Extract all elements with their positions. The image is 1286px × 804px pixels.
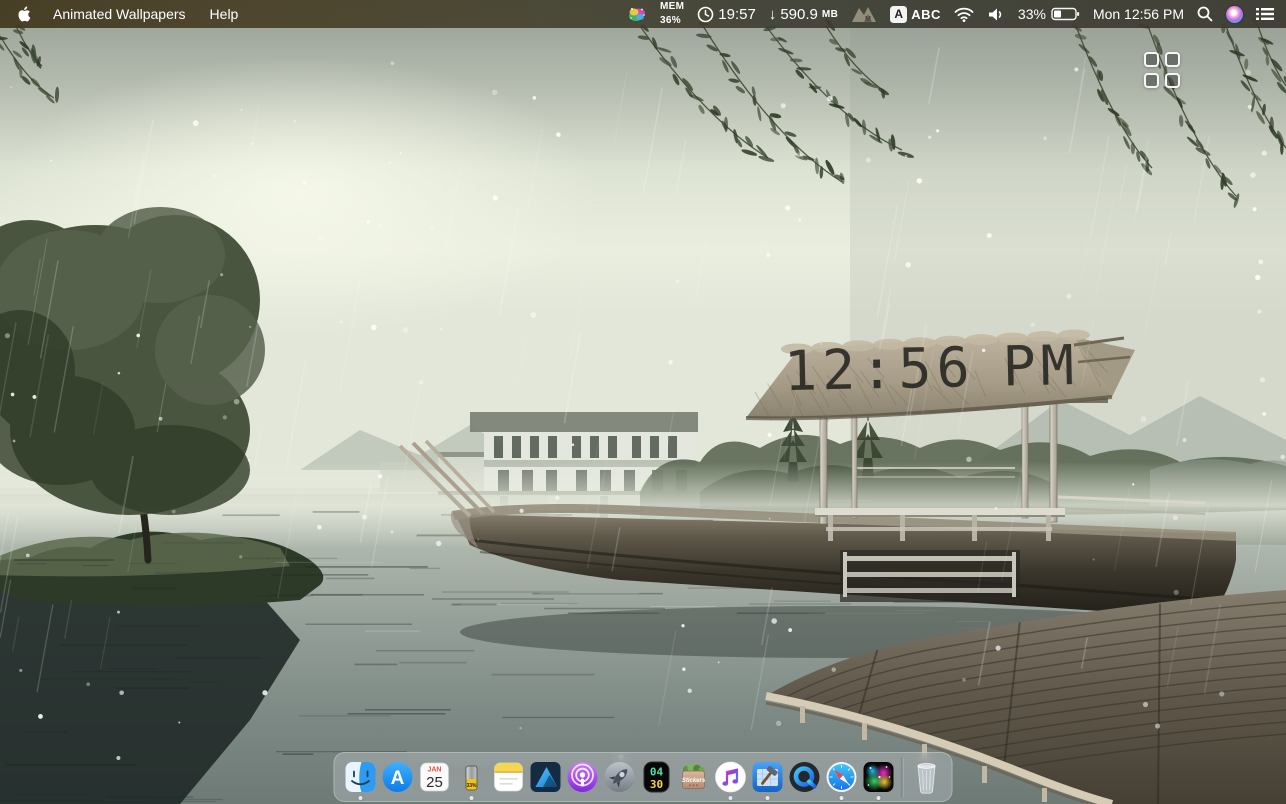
status-volume[interactable] <box>987 7 1005 22</box>
spotlight-search-icon <box>1197 6 1213 22</box>
podcasts-icon <box>565 760 599 794</box>
wallpaper-clock-time: 12:56 <box>783 335 975 403</box>
dock-item-affinity-designer[interactable] <box>527 754 564 800</box>
apple-menu[interactable] <box>16 4 33 24</box>
wallpaper-art <box>0 0 1286 804</box>
quicktime-icon <box>787 760 821 794</box>
status-datetime[interactable]: Mon 12:56 PM <box>1093 6 1184 22</box>
notes-icon <box>491 760 525 794</box>
menu-bar: Animated Wallpapers Help MEM 36% 19:57 <box>0 0 1286 28</box>
dock-item-stickers[interactable]: Stickers <box>675 754 712 800</box>
dock-item-watch-clock[interactable]: 04 30 <box>638 754 675 800</box>
app-grid-widget-icon[interactable] <box>1144 52 1180 88</box>
wifi-icon <box>954 7 974 22</box>
status-animated-wallpapers[interactable] <box>627 5 647 23</box>
status-download[interactable]: ↓590.9 MB <box>769 6 838 23</box>
animated-wallpapers-icon <box>627 5 647 23</box>
dock-item-battery-monitor[interactable]: 33% <box>453 754 490 800</box>
dock-item-app-store[interactable]: A <box>379 754 416 800</box>
notification-list-icon <box>1256 7 1274 21</box>
svg-text:A: A <box>390 768 404 789</box>
stickers-icon: Stickers <box>676 760 710 794</box>
app-store-icon: A <box>380 760 414 794</box>
safari-icon <box>824 760 858 794</box>
status-input-source[interactable]: A ABC <box>890 6 941 23</box>
dock-item-notes[interactable] <box>490 754 527 800</box>
status-timer[interactable]: 19:57 <box>697 6 756 23</box>
memory-value: 36% <box>660 16 681 26</box>
dock: A JAN 25 33% <box>334 752 953 802</box>
deck-steps <box>840 550 1020 602</box>
dock-item-podcasts[interactable] <box>564 754 601 800</box>
mountain-m-icon: M <box>851 5 877 23</box>
dock-item-trash[interactable] <box>908 754 945 800</box>
volume-icon <box>987 7 1005 22</box>
status-notification-center[interactable] <box>1256 7 1274 21</box>
dock-item-safari[interactable] <box>823 754 860 800</box>
affinity-designer-icon <box>528 760 562 794</box>
input-source-badge: A <box>890 6 907 23</box>
watch-clock-icon: 04 30 <box>639 760 673 794</box>
dock-item-xcode[interactable] <box>749 754 786 800</box>
wallpaper-clock-period: PM <box>1002 333 1080 399</box>
menu-app-name[interactable]: Animated Wallpapers <box>53 6 186 22</box>
dock-item-itunes[interactable] <box>712 754 749 800</box>
memory-label: MEM <box>660 2 684 12</box>
input-source-label: ABC <box>911 7 941 22</box>
download-arrow: ↓ <box>769 6 777 23</box>
download-value: 590.9 <box>780 6 818 23</box>
apple-logo-icon <box>16 5 31 23</box>
rocket-icon <box>602 760 636 794</box>
status-mountain-app[interactable]: M <box>851 5 877 23</box>
svg-text:M: M <box>865 16 871 23</box>
svg-text:Stickers: Stickers <box>681 778 705 784</box>
itunes-icon <box>713 760 747 794</box>
dock-item-calendar[interactable]: JAN 25 <box>416 754 453 800</box>
dock-item-quicktime[interactable] <box>786 754 823 800</box>
status-spotlight[interactable] <box>1197 6 1213 22</box>
battery-app-icon: 33% <box>454 760 488 794</box>
trash-icon <box>909 757 943 797</box>
timer-value: 19:57 <box>718 6 756 23</box>
svg-text:04: 04 <box>649 766 663 779</box>
svg-text:33%: 33% <box>466 783 477 789</box>
dock-divider <box>902 757 903 797</box>
dock-item-animated-wallpapers[interactable] <box>860 754 897 800</box>
svg-text:25: 25 <box>426 774 443 791</box>
clock-icon <box>697 6 714 23</box>
svg-text:30: 30 <box>649 778 662 791</box>
status-battery[interactable]: 33% <box>1018 6 1080 22</box>
finder-icon <box>343 760 377 794</box>
status-siri[interactable] <box>1226 6 1243 23</box>
battery-percent: 33% <box>1018 6 1046 22</box>
svg-text:JAN: JAN <box>427 767 441 774</box>
dock-item-finder[interactable] <box>342 754 379 800</box>
wallpaper-clock: 12:56 PM <box>783 333 1079 403</box>
menu-help[interactable]: Help <box>210 6 239 22</box>
xcode-icon <box>750 760 784 794</box>
status-wifi[interactable] <box>954 7 974 22</box>
download-unit: MB <box>822 9 838 20</box>
dock-item-rocket-launcher[interactable] <box>601 754 638 800</box>
battery-icon <box>1051 7 1080 21</box>
animated-wallpapers-app-icon <box>861 760 895 794</box>
calendar-icon: JAN 25 <box>417 760 451 794</box>
status-memory[interactable]: MEM 36% <box>660 2 684 26</box>
desktop: 12:56 PM Animated Wallpapers Help MEM 36… <box>0 0 1286 804</box>
